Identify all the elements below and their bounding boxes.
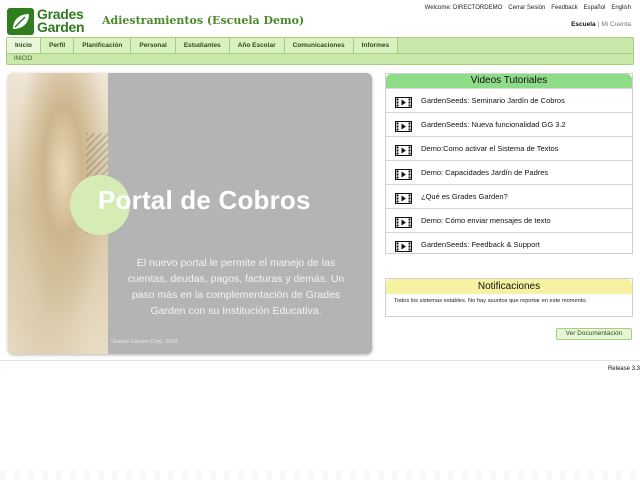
breadcrumb: INICIO <box>14 56 33 62</box>
video-label: GardenSeeds: Seminario Jardín de Cobros <box>421 96 565 105</box>
tab-personal[interactable]: Personal <box>131 38 176 53</box>
welcome-text: Welcome: DIRECTORDEMO <box>424 5 503 11</box>
logo-text: Grades Garden <box>37 7 85 35</box>
video-play-icon <box>395 167 412 180</box>
tab-ano-escolar[interactable]: Año Escolar <box>229 38 285 53</box>
top-links: Welcome: DIRECTORDEMO Cerrar Sesión Feed… <box>425 5 631 11</box>
video-item[interactable]: GardenSeeds: Feedback & Support <box>386 232 632 256</box>
tab-informes[interactable]: Informes <box>353 38 399 53</box>
video-label: GardenSeeds: Nueva funcionalidad GG 3.2 <box>421 120 566 129</box>
release-label: Release 3.3 <box>607 366 640 372</box>
video-list: GardenSeeds: Seminario Jardín de Cobros G… <box>386 88 632 256</box>
video-play-icon <box>395 143 412 156</box>
tab-perfil[interactable]: Perfil <box>40 38 75 53</box>
page: Grades Garden Adiestramientos (Escuela D… <box>0 0 640 480</box>
nav-tabs: Inicio Perfil Planificación Personal Est… <box>7 38 633 54</box>
footer-divider <box>0 360 640 361</box>
lang-es-link[interactable]: Español <box>584 5 606 11</box>
video-item[interactable]: Demo: Cómo enviar mensajes de texto <box>386 208 632 232</box>
notifications-title: Notificaciones <box>386 279 632 294</box>
escuela-link[interactable]: Escuela <box>571 21 596 28</box>
grades-garden-logo[interactable]: Grades Garden <box>7 6 93 36</box>
notifications-panel: Notificaciones Todos los sistemas establ… <box>385 278 633 317</box>
main-nav: Inicio Perfil Planificación Personal Est… <box>6 37 634 65</box>
videos-panel: Videos Tutoriales GardenSeeds: Seminario… <box>385 73 633 254</box>
banner-title: Portal de Cobros <box>98 185 311 215</box>
lang-en-link[interactable]: English <box>611 5 631 11</box>
portal-banner[interactable]: Portal de Cobros El nuevo portal le perm… <box>8 73 372 354</box>
documentation-button[interactable]: Ver Documentación <box>556 328 632 340</box>
video-play-icon <box>395 191 412 204</box>
video-play-icon <box>395 119 412 132</box>
tab-inicio[interactable]: Inicio <box>7 38 41 53</box>
video-label: Demo: Cómo enviar mensajes de texto <box>421 216 551 225</box>
tab-comunicaciones[interactable]: Comunicaciones <box>284 38 354 53</box>
leaf-icon <box>7 7 34 35</box>
video-item[interactable]: ¿Qué es Grades Garden? <box>386 184 632 208</box>
bottom-band <box>0 470 640 480</box>
video-play-icon <box>395 239 412 252</box>
account-links: Escuela | Mi Cuenta <box>571 21 631 28</box>
tab-planificacion[interactable]: Planificación <box>74 38 132 53</box>
video-label: Demo: Capacidades Jardín de Padres <box>421 168 549 177</box>
school-name: Adiestramientos (Escuela Demo) <box>102 14 305 27</box>
tab-estudiantes[interactable]: Estudiantes <box>175 38 230 53</box>
logo-line2: Garden <box>37 19 85 35</box>
notifications-message: Todos los sistemas estables. No hay asun… <box>394 298 588 304</box>
account-separator: | <box>597 21 600 28</box>
mi-cuenta-link[interactable]: Mi Cuenta <box>601 21 631 28</box>
video-item[interactable]: Demo: Capacidades Jardín de Padres <box>386 160 632 184</box>
banner-description: El nuevo portal le permite el manejo de … <box>127 257 345 317</box>
video-play-icon <box>395 95 412 108</box>
logout-link[interactable]: Cerrar Sesión <box>508 5 545 11</box>
video-item[interactable]: Demo:Como activar el Sistema de Textos <box>386 136 632 160</box>
video-play-icon <box>395 215 412 228</box>
videos-title: Videos Tutoriales <box>386 74 632 88</box>
video-label: ¿Qué es Grades Garden? <box>421 192 508 201</box>
video-label: GardenSeeds: Feedback & Support <box>421 240 540 249</box>
feedback-link[interactable]: Feedback <box>551 5 577 11</box>
banner-footer: Grades Garden Corp. 2018 <box>111 339 178 345</box>
video-label: Demo:Como activar el Sistema de Textos <box>421 144 559 153</box>
video-item[interactable]: GardenSeeds: Nueva funcionalidad GG 3.2 <box>386 112 632 136</box>
video-item[interactable]: GardenSeeds: Seminario Jardín de Cobros <box>386 88 632 112</box>
